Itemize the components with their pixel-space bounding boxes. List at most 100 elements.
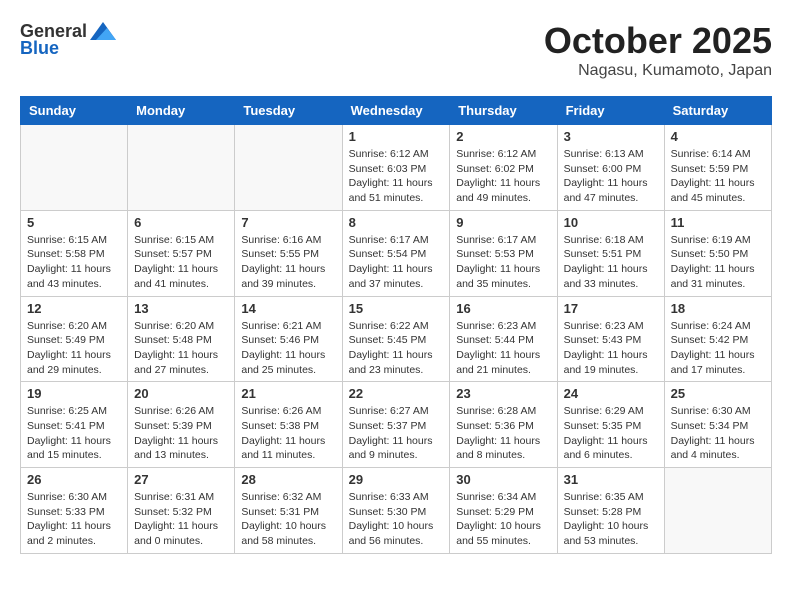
calendar-cell bbox=[21, 125, 128, 211]
calendar-cell: 12 Sunrise: 6:20 AMSunset: 5:49 PMDayligh… bbox=[21, 296, 128, 382]
calendar-cell: 1Sunrise: 6:12 AMSunset: 6:03 PMDaylight… bbox=[342, 125, 450, 211]
calendar-cell bbox=[128, 125, 235, 211]
day-info: Sunrise: 6:23 AMSunset: 5:44 PMDaylight:… bbox=[456, 319, 550, 378]
calendar-week-5: 26 Sunrise: 6:30 AMSunset: 5:33 PMDayligh… bbox=[21, 468, 772, 554]
day-info: Sunrise: 6:17 AMSunset: 5:54 PMDaylight:… bbox=[349, 233, 444, 292]
day-number: 9 bbox=[456, 215, 550, 230]
title-area: October 2025 Nagasu, Kumamoto, Japan bbox=[544, 20, 772, 80]
calendar-cell: 17 Sunrise: 6:23 AMSunset: 5:43 PMDayligh… bbox=[557, 296, 664, 382]
month-title: October 2025 bbox=[544, 20, 772, 62]
calendar-cell: 6 Sunrise: 6:15 AMSunset: 5:57 PMDaylight… bbox=[128, 210, 235, 296]
weekday-header-friday: Friday bbox=[557, 97, 664, 125]
day-info: Sunrise: 6:22 AMSunset: 5:45 PMDaylight:… bbox=[349, 319, 444, 378]
day-number: 29 bbox=[349, 472, 444, 487]
day-info: Sunrise: 6:17 AMSunset: 5:53 PMDaylight:… bbox=[456, 233, 550, 292]
day-info: Sunrise: 6:29 AMSunset: 5:35 PMDaylight:… bbox=[564, 404, 658, 463]
day-info: Sunrise: 6:21 AMSunset: 5:46 PMDaylight:… bbox=[241, 319, 335, 378]
calendar-cell: 21Sunrise: 6:26 AMSunset: 5:38 PMDayligh… bbox=[235, 382, 342, 468]
day-info: Sunrise: 6:26 AMSunset: 5:38 PMDaylight:… bbox=[241, 404, 335, 463]
day-info: Sunrise: 6:14 AMSunset: 5:59 PMDaylight:… bbox=[671, 147, 765, 206]
day-number: 24 bbox=[564, 386, 658, 401]
calendar-week-3: 12 Sunrise: 6:20 AMSunset: 5:49 PMDayligh… bbox=[21, 296, 772, 382]
page-header: General Blue October 2025 Nagasu, Kumamo… bbox=[20, 20, 772, 80]
calendar-cell: 29 Sunrise: 6:33 AMSunset: 5:30 PMDayligh… bbox=[342, 468, 450, 554]
day-number: 19 bbox=[27, 386, 121, 401]
day-number: 26 bbox=[27, 472, 121, 487]
day-number: 27 bbox=[134, 472, 228, 487]
calendar-cell: 3Sunrise: 6:13 AMSunset: 6:00 PMDaylight… bbox=[557, 125, 664, 211]
calendar-table: SundayMondayTuesdayWednesdayThursdayFrid… bbox=[20, 96, 772, 554]
day-number: 20 bbox=[134, 386, 228, 401]
weekday-header-tuesday: Tuesday bbox=[235, 97, 342, 125]
calendar-cell: 4 Sunrise: 6:14 AMSunset: 5:59 PMDaylight… bbox=[664, 125, 771, 211]
weekday-header-sunday: Sunday bbox=[21, 97, 128, 125]
day-number: 10 bbox=[564, 215, 658, 230]
calendar-cell: 18 Sunrise: 6:24 AMSunset: 5:42 PMDayligh… bbox=[664, 296, 771, 382]
day-info: Sunrise: 6:12 AMSunset: 6:02 PMDaylight:… bbox=[456, 147, 550, 206]
weekday-header-wednesday: Wednesday bbox=[342, 97, 450, 125]
calendar-cell: 9 Sunrise: 6:17 AMSunset: 5:53 PMDaylight… bbox=[450, 210, 557, 296]
day-info: Sunrise: 6:31 AMSunset: 5:32 PMDaylight:… bbox=[134, 490, 228, 549]
calendar-cell: 16Sunrise: 6:23 AMSunset: 5:44 PMDayligh… bbox=[450, 296, 557, 382]
day-info: Sunrise: 6:18 AMSunset: 5:51 PMDaylight:… bbox=[564, 233, 658, 292]
calendar-week-1: 1Sunrise: 6:12 AMSunset: 6:03 PMDaylight… bbox=[21, 125, 772, 211]
day-info: Sunrise: 6:15 AMSunset: 5:57 PMDaylight:… bbox=[134, 233, 228, 292]
calendar-cell: 2 Sunrise: 6:12 AMSunset: 6:02 PMDaylight… bbox=[450, 125, 557, 211]
calendar-cell: 11 Sunrise: 6:19 AMSunset: 5:50 PMDayligh… bbox=[664, 210, 771, 296]
day-number: 11 bbox=[671, 215, 765, 230]
day-number: 5 bbox=[27, 215, 121, 230]
day-number: 7 bbox=[241, 215, 335, 230]
day-number: 13 bbox=[134, 301, 228, 316]
calendar-cell: 10 Sunrise: 6:18 AMSunset: 5:51 PMDayligh… bbox=[557, 210, 664, 296]
day-info: Sunrise: 6:24 AMSunset: 5:42 PMDaylight:… bbox=[671, 319, 765, 378]
calendar-week-4: 19 Sunrise: 6:25 AMSunset: 5:41 PMDayligh… bbox=[21, 382, 772, 468]
day-info: Sunrise: 6:16 AMSunset: 5:55 PMDaylight:… bbox=[241, 233, 335, 292]
weekday-header-saturday: Saturday bbox=[664, 97, 771, 125]
calendar-cell: 20Sunrise: 6:26 AMSunset: 5:39 PMDayligh… bbox=[128, 382, 235, 468]
location-title: Nagasu, Kumamoto, Japan bbox=[544, 62, 772, 80]
day-number: 1 bbox=[349, 129, 444, 144]
day-info: Sunrise: 6:20 AMSunset: 5:48 PMDaylight:… bbox=[134, 319, 228, 378]
day-number: 2 bbox=[456, 129, 550, 144]
calendar-cell bbox=[235, 125, 342, 211]
day-info: Sunrise: 6:30 AMSunset: 5:33 PMDaylight:… bbox=[27, 490, 121, 549]
calendar-cell: 25Sunrise: 6:30 AMSunset: 5:34 PMDayligh… bbox=[664, 382, 771, 468]
calendar-cell: 24 Sunrise: 6:29 AMSunset: 5:35 PMDayligh… bbox=[557, 382, 664, 468]
day-number: 15 bbox=[349, 301, 444, 316]
day-info: Sunrise: 6:20 AMSunset: 5:49 PMDaylight:… bbox=[27, 319, 121, 378]
weekday-header-row: SundayMondayTuesdayWednesdayThursdayFrid… bbox=[21, 97, 772, 125]
calendar-cell: 5 Sunrise: 6:15 AMSunset: 5:58 PMDaylight… bbox=[21, 210, 128, 296]
calendar-cell: 14 Sunrise: 6:21 AMSunset: 5:46 PMDayligh… bbox=[235, 296, 342, 382]
weekday-header-monday: Monday bbox=[128, 97, 235, 125]
calendar-cell: 19 Sunrise: 6:25 AMSunset: 5:41 PMDayligh… bbox=[21, 382, 128, 468]
day-info: Sunrise: 6:27 AMSunset: 5:37 PMDaylight:… bbox=[349, 404, 444, 463]
calendar-cell: 23Sunrise: 6:28 AMSunset: 5:36 PMDayligh… bbox=[450, 382, 557, 468]
calendar-cell: 26 Sunrise: 6:30 AMSunset: 5:33 PMDayligh… bbox=[21, 468, 128, 554]
day-number: 30 bbox=[456, 472, 550, 487]
day-number: 4 bbox=[671, 129, 765, 144]
day-number: 3 bbox=[564, 129, 658, 144]
calendar-cell: 7 Sunrise: 6:16 AMSunset: 5:55 PMDaylight… bbox=[235, 210, 342, 296]
calendar-cell bbox=[664, 468, 771, 554]
day-info: Sunrise: 6:15 AMSunset: 5:58 PMDaylight:… bbox=[27, 233, 121, 292]
calendar-cell: 8Sunrise: 6:17 AMSunset: 5:54 PMDaylight… bbox=[342, 210, 450, 296]
calendar-cell: 28 Sunrise: 6:32 AMSunset: 5:31 PMDayligh… bbox=[235, 468, 342, 554]
calendar-cell: 31Sunrise: 6:35 AMSunset: 5:28 PMDayligh… bbox=[557, 468, 664, 554]
day-number: 12 bbox=[27, 301, 121, 316]
day-number: 14 bbox=[241, 301, 335, 316]
day-number: 22 bbox=[349, 386, 444, 401]
day-number: 6 bbox=[134, 215, 228, 230]
day-number: 18 bbox=[671, 301, 765, 316]
day-info: Sunrise: 6:19 AMSunset: 5:50 PMDaylight:… bbox=[671, 233, 765, 292]
day-info: Sunrise: 6:25 AMSunset: 5:41 PMDaylight:… bbox=[27, 404, 121, 463]
day-info: Sunrise: 6:34 AMSunset: 5:29 PMDaylight:… bbox=[456, 490, 550, 549]
day-number: 31 bbox=[564, 472, 658, 487]
day-info: Sunrise: 6:23 AMSunset: 5:43 PMDaylight:… bbox=[564, 319, 658, 378]
logo-blue-text: Blue bbox=[20, 38, 59, 59]
day-info: Sunrise: 6:28 AMSunset: 5:36 PMDaylight:… bbox=[456, 404, 550, 463]
calendar-cell: 15 Sunrise: 6:22 AMSunset: 5:45 PMDayligh… bbox=[342, 296, 450, 382]
day-info: Sunrise: 6:32 AMSunset: 5:31 PMDaylight:… bbox=[241, 490, 335, 549]
day-info: Sunrise: 6:33 AMSunset: 5:30 PMDaylight:… bbox=[349, 490, 444, 549]
day-number: 28 bbox=[241, 472, 335, 487]
day-number: 17 bbox=[564, 301, 658, 316]
